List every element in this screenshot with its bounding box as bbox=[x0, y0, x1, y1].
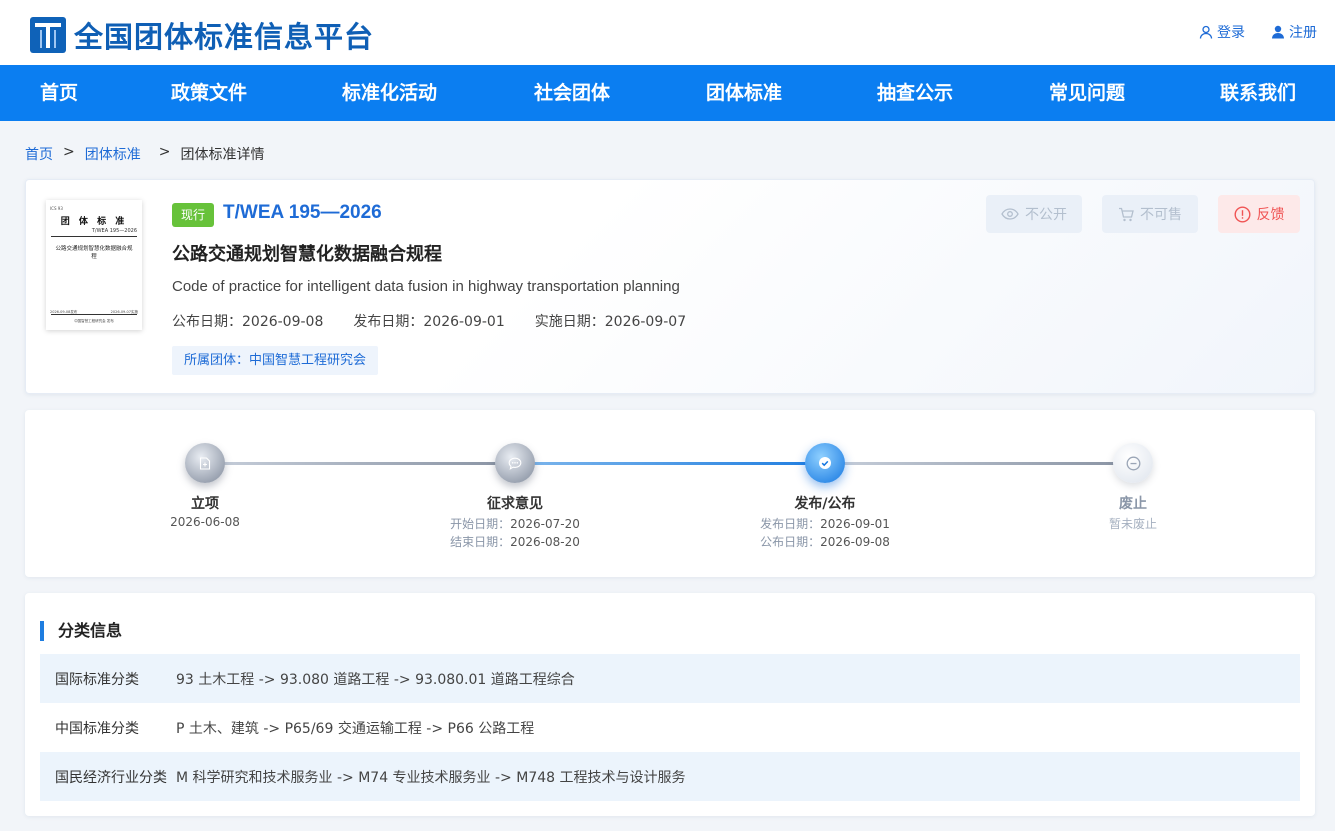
timeline-node-initiation bbox=[185, 443, 225, 483]
classification-value: P 土木、建筑 -> P65/69 交通运输工程 -> P66 公路工程 bbox=[176, 720, 535, 737]
cover-bottom-rule bbox=[51, 314, 137, 315]
nav-item-home[interactable]: 首页 bbox=[40, 65, 78, 121]
timeline-node-comment bbox=[495, 443, 535, 483]
start-date-key: 开始日期： bbox=[450, 517, 511, 531]
standard-title-en: Code of practice for intelligent data fu… bbox=[172, 278, 680, 295]
end-date-key: 结束日期： bbox=[450, 535, 511, 549]
cover-title: 公路交通规划智慧化数据融合规程 bbox=[55, 246, 133, 260]
cover-heading: 团 体 标 准 bbox=[60, 217, 128, 227]
standard-info-card: ICS 93 团 体 标 准 T/WEA 195—2026 公路交通规划智慧化数… bbox=[25, 179, 1315, 394]
timeline-comment-end: 结束日期：2026-08-20 bbox=[415, 533, 615, 550]
classification-row: 国民经济行业分类 M 科学研究和技术服务业 -> M74 专业技术服务业 -> … bbox=[40, 752, 1300, 801]
breadcrumb-separator: > bbox=[158, 144, 171, 160]
cover-ics: ICS 93 bbox=[50, 206, 63, 211]
breadcrumb-current: 团体标准详情 bbox=[180, 147, 265, 163]
site-title: 全国团体标准信息平台 bbox=[74, 20, 375, 54]
timeline-node-published bbox=[805, 443, 845, 483]
classification-key: 中国标准分类 bbox=[55, 720, 139, 737]
timeline-label-initiation: 立项 bbox=[191, 496, 219, 512]
standard-dates: 公布日期：2026-09-08 发布日期：2026-09-01 实施日期：202… bbox=[172, 311, 686, 331]
chat-bubble-icon bbox=[508, 457, 522, 470]
timeline-label-published: 发布/公布 bbox=[794, 496, 856, 512]
timeline-publish-date: 发布日期：2026-09-01 bbox=[725, 515, 925, 532]
nav-item-inspection[interactable]: 抽查公示 bbox=[877, 65, 953, 121]
publish-date-value: 2026-09-01 bbox=[820, 517, 890, 531]
classification-value: 93 土木工程 -> 93.080 道路工程 -> 93.080.01 道路工程… bbox=[176, 671, 575, 688]
cover-number: T/WEA 195—2026 bbox=[91, 228, 137, 234]
classification-row: 国际标准分类 93 土木工程 -> 93.080 道路工程 -> 93.080.… bbox=[40, 654, 1300, 703]
status-badge: 现行 bbox=[172, 203, 214, 227]
site-logo[interactable]: 全国团体标准信息平台 bbox=[30, 14, 374, 56]
nav-item-standards[interactable]: 团体标准 bbox=[706, 65, 782, 121]
implement-date: 实施日期：2026-09-07 bbox=[534, 314, 687, 330]
announce-date: 公布日期：2026-09-08 bbox=[172, 314, 324, 330]
section-title: 分类信息 bbox=[40, 621, 122, 641]
nav-item-organizations[interactable]: 社会团体 bbox=[534, 65, 610, 121]
login-link[interactable]: 登录 bbox=[1199, 22, 1245, 42]
end-date-value: 2026-08-20 bbox=[510, 535, 580, 549]
breadcrumb-standards[interactable]: 团体标准 bbox=[85, 144, 141, 164]
breadcrumb-separator: > bbox=[63, 144, 75, 160]
cover-organization: 中国智慧工程研究会 发布 bbox=[74, 319, 114, 323]
cover-rule bbox=[51, 236, 137, 237]
timeline-node-abolished bbox=[1113, 443, 1153, 483]
timeline-track-active bbox=[515, 462, 825, 465]
check-circle-icon bbox=[819, 457, 831, 469]
lifecycle-timeline-card: 立项 2026-06-08 征求意见 开始日期：2026-07-20 结束日期：… bbox=[25, 410, 1315, 577]
not-public-label: 不公开 bbox=[1025, 207, 1067, 223]
publish-date-key: 发布日期： bbox=[760, 517, 821, 531]
feedback-label: 反馈 bbox=[1256, 207, 1285, 223]
standard-title: 公路交通规划智慧化数据融合规程 bbox=[172, 244, 442, 265]
publish-date: 发布日期：2026-09-01 bbox=[353, 314, 505, 330]
classification-key: 国际标准分类 bbox=[55, 671, 139, 688]
classification-key: 国民经济行业分类 bbox=[55, 769, 167, 786]
nav-item-contact[interactable]: 联系我们 bbox=[1220, 65, 1296, 121]
document-add-icon bbox=[199, 456, 211, 470]
timeline-announce-date: 公布日期：2026-09-08 bbox=[725, 533, 925, 550]
timeline-label-abolished: 废止 bbox=[1119, 496, 1147, 512]
login-label: 登录 bbox=[1217, 25, 1245, 41]
timeline-track bbox=[205, 462, 515, 465]
not-public-button[interactable]: 不公开 bbox=[986, 195, 1082, 233]
classification-row: 中国标准分类 P 土木、建筑 -> P65/69 交通运输工程 -> P66 公… bbox=[40, 703, 1300, 752]
classification-card: 分类信息 国际标准分类 93 土木工程 -> 93.080 道路工程 -> 93… bbox=[25, 593, 1315, 816]
timeline-abolished-note: 暂未废止 bbox=[1108, 517, 1157, 531]
timeline-label-comment: 征求意见 bbox=[487, 496, 543, 512]
breadcrumb: 首页 > 团体标准 > 团体标准详情 bbox=[25, 144, 264, 164]
nav-item-activities[interactable]: 标准化活动 bbox=[342, 65, 437, 121]
eye-icon bbox=[1001, 208, 1019, 220]
alert-circle-icon bbox=[1233, 205, 1251, 223]
site-header: 全国团体标准信息平台 登录 注册 bbox=[0, 0, 1335, 65]
cart-icon bbox=[1119, 207, 1134, 221]
timeline-date-initiation: 2026-06-08 bbox=[170, 515, 240, 529]
user-outline-icon bbox=[1199, 25, 1213, 39]
register-link[interactable]: 注册 bbox=[1271, 22, 1317, 42]
standard-number: T/WEA 195—2026 bbox=[223, 202, 382, 223]
timeline-comment-start: 开始日期：2026-07-20 bbox=[415, 515, 615, 532]
user-filled-icon bbox=[1272, 25, 1284, 39]
T-logo-icon bbox=[30, 17, 66, 53]
auth-links: 登录 注册 bbox=[1199, 22, 1317, 42]
minus-circle-icon bbox=[1126, 456, 1140, 470]
classification-value: M 科学研究和技术服务业 -> M74 专业技术服务业 -> M748 工程技术… bbox=[176, 769, 686, 786]
announce-date-value: 2026-09-08 bbox=[820, 535, 890, 549]
start-date-value: 2026-07-20 bbox=[510, 517, 580, 531]
register-label: 注册 bbox=[1289, 25, 1317, 41]
announce-date-key: 公布日期： bbox=[760, 535, 821, 549]
not-for-sale-button[interactable]: 不可售 bbox=[1102, 195, 1198, 233]
timeline-track bbox=[825, 462, 1133, 465]
feedback-button[interactable]: 反馈 bbox=[1218, 195, 1300, 233]
not-for-sale-label: 不可售 bbox=[1140, 207, 1182, 223]
nav-item-faq[interactable]: 常见问题 bbox=[1049, 65, 1125, 121]
nav-item-policy[interactable]: 政策文件 bbox=[171, 65, 247, 121]
main-nav: 首页 政策文件 标准化活动 社会团体 团体标准 抽查公示 常见问题 联系我们 bbox=[0, 65, 1335, 121]
organization-tag[interactable]: 所属团体：中国智慧工程研究会 bbox=[172, 346, 379, 375]
standard-cover-thumbnail[interactable]: ICS 93 团 体 标 准 T/WEA 195—2026 公路交通规划智慧化数… bbox=[46, 200, 142, 330]
breadcrumb-home[interactable]: 首页 bbox=[25, 144, 53, 164]
